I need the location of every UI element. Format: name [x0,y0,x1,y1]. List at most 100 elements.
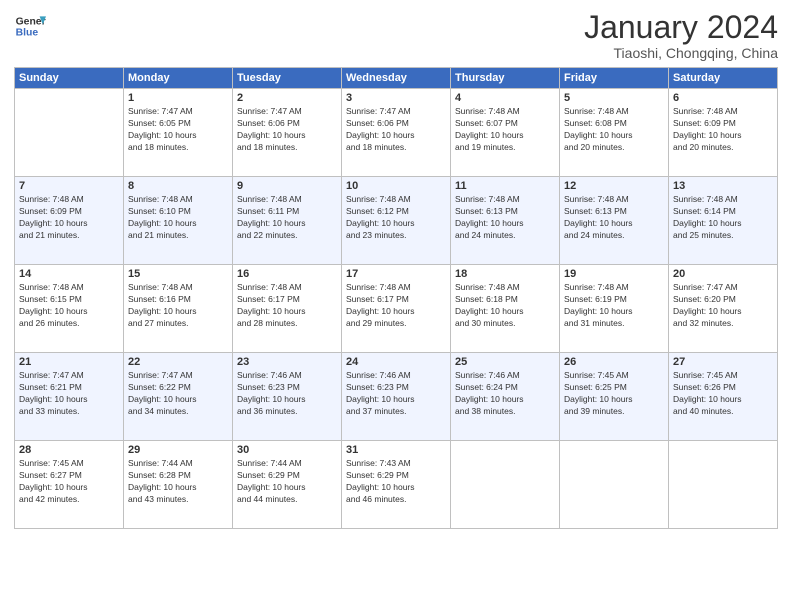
day-number: 6 [673,92,773,104]
calendar-cell [15,89,124,177]
calendar-cell [560,441,669,529]
col-header-sunday: Sunday [15,68,124,89]
day-number: 10 [346,180,446,192]
col-header-monday: Monday [124,68,233,89]
day-info: Sunrise: 7:47 AM Sunset: 6:20 PM Dayligh… [673,282,773,330]
calendar-cell: 10 Sunrise: 7:48 AM Sunset: 6:12 PM Dayli… [342,177,451,265]
calendar-cell: 15 Sunrise: 7:48 AM Sunset: 6:16 PM Dayli… [124,265,233,353]
calendar-cell: 27 Sunrise: 7:45 AM Sunset: 6:26 PM Dayli… [669,353,778,441]
logo: General Blue [14,10,46,42]
calendar-container: General Blue January 2024 Tiaoshi, Chong… [0,0,792,612]
day-info: Sunrise: 7:44 AM Sunset: 6:29 PM Dayligh… [237,458,337,506]
day-number: 19 [564,268,664,280]
calendar-week-1: 1Sunrise: 7:47 AM Sunset: 6:05 PM Daylig… [15,89,778,177]
calendar-cell: 30 Sunrise: 7:44 AM Sunset: 6:29 PM Dayli… [233,441,342,529]
calendar-cell: 29 Sunrise: 7:44 AM Sunset: 6:28 PM Dayli… [124,441,233,529]
day-number: 4 [455,92,555,104]
calendar-cell [669,441,778,529]
calendar-cell: 28 Sunrise: 7:45 AM Sunset: 6:27 PM Dayli… [15,441,124,529]
day-number: 15 [128,268,228,280]
calendar-cell: 19 Sunrise: 7:48 AM Sunset: 6:19 PM Dayli… [560,265,669,353]
location-subtitle: Tiaoshi, Chongqing, China [584,45,778,61]
col-header-thursday: Thursday [451,68,560,89]
day-number: 8 [128,180,228,192]
day-number: 28 [19,444,119,456]
day-number: 22 [128,356,228,368]
calendar-week-2: 7Sunrise: 7:48 AM Sunset: 6:09 PM Daylig… [15,177,778,265]
calendar-week-5: 28 Sunrise: 7:45 AM Sunset: 6:27 PM Dayli… [15,441,778,529]
header-row: SundayMondayTuesdayWednesdayThursdayFrid… [15,68,778,89]
day-info: Sunrise: 7:48 AM Sunset: 6:11 PM Dayligh… [237,194,337,242]
logo-icon: General Blue [14,10,46,42]
day-info: Sunrise: 7:48 AM Sunset: 6:09 PM Dayligh… [673,106,773,154]
day-number: 18 [455,268,555,280]
calendar-cell: 7Sunrise: 7:48 AM Sunset: 6:09 PM Daylig… [15,177,124,265]
day-info: Sunrise: 7:48 AM Sunset: 6:12 PM Dayligh… [346,194,446,242]
calendar-cell: 6 Sunrise: 7:48 AM Sunset: 6:09 PM Daylig… [669,89,778,177]
day-number: 1 [128,92,228,104]
day-number: 31 [346,444,446,456]
day-info: Sunrise: 7:48 AM Sunset: 6:13 PM Dayligh… [455,194,555,242]
calendar-cell: 12 Sunrise: 7:48 AM Sunset: 6:13 PM Dayli… [560,177,669,265]
day-info: Sunrise: 7:47 AM Sunset: 6:22 PM Dayligh… [128,370,228,418]
day-number: 29 [128,444,228,456]
day-info: Sunrise: 7:47 AM Sunset: 6:21 PM Dayligh… [19,370,119,418]
day-info: Sunrise: 7:44 AM Sunset: 6:28 PM Dayligh… [128,458,228,506]
day-info: Sunrise: 7:45 AM Sunset: 6:27 PM Dayligh… [19,458,119,506]
calendar-cell: 5 Sunrise: 7:48 AM Sunset: 6:08 PM Daylig… [560,89,669,177]
col-header-saturday: Saturday [669,68,778,89]
calendar-cell: 16Sunrise: 7:48 AM Sunset: 6:17 PM Dayli… [233,265,342,353]
day-number: 14 [19,268,119,280]
day-number: 5 [564,92,664,104]
day-number: 2 [237,92,337,104]
calendar-cell: 8Sunrise: 7:48 AM Sunset: 6:10 PM Daylig… [124,177,233,265]
day-info: Sunrise: 7:48 AM Sunset: 6:13 PM Dayligh… [564,194,664,242]
day-info: Sunrise: 7:46 AM Sunset: 6:23 PM Dayligh… [237,370,337,418]
svg-text:Blue: Blue [16,28,39,39]
calendar-cell: 4 Sunrise: 7:48 AM Sunset: 6:07 PM Daylig… [451,89,560,177]
calendar-week-4: 21Sunrise: 7:47 AM Sunset: 6:21 PM Dayli… [15,353,778,441]
col-header-friday: Friday [560,68,669,89]
calendar-cell: 26Sunrise: 7:45 AM Sunset: 6:25 PM Dayli… [560,353,669,441]
calendar-cell: 20 Sunrise: 7:47 AM Sunset: 6:20 PM Dayli… [669,265,778,353]
day-number: 26 [564,356,664,368]
day-info: Sunrise: 7:45 AM Sunset: 6:26 PM Dayligh… [673,370,773,418]
calendar-cell: 24Sunrise: 7:46 AM Sunset: 6:23 PM Dayli… [342,353,451,441]
calendar-cell: 1Sunrise: 7:47 AM Sunset: 6:05 PM Daylig… [124,89,233,177]
day-info: Sunrise: 7:47 AM Sunset: 6:06 PM Dayligh… [237,106,337,154]
calendar-cell: 17Sunrise: 7:48 AM Sunset: 6:17 PM Dayli… [342,265,451,353]
day-info: Sunrise: 7:48 AM Sunset: 6:07 PM Dayligh… [455,106,555,154]
calendar-table: SundayMondayTuesdayWednesdayThursdayFrid… [14,67,778,529]
calendar-cell: 11Sunrise: 7:48 AM Sunset: 6:13 PM Dayli… [451,177,560,265]
col-header-tuesday: Tuesday [233,68,342,89]
calendar-cell: 31 Sunrise: 7:43 AM Sunset: 6:29 PM Dayli… [342,441,451,529]
calendar-cell: 13 Sunrise: 7:48 AM Sunset: 6:14 PM Dayli… [669,177,778,265]
day-info: Sunrise: 7:46 AM Sunset: 6:24 PM Dayligh… [455,370,555,418]
day-number: 7 [19,180,119,192]
day-number: 13 [673,180,773,192]
day-info: Sunrise: 7:48 AM Sunset: 6:08 PM Dayligh… [564,106,664,154]
day-number: 20 [673,268,773,280]
day-number: 12 [564,180,664,192]
day-info: Sunrise: 7:48 AM Sunset: 6:16 PM Dayligh… [128,282,228,330]
month-title: January 2024 [584,10,778,45]
day-info: Sunrise: 7:48 AM Sunset: 6:18 PM Dayligh… [455,282,555,330]
calendar-cell: 3Sunrise: 7:47 AM Sunset: 6:06 PM Daylig… [342,89,451,177]
calendar-cell [451,441,560,529]
day-number: 24 [346,356,446,368]
day-info: Sunrise: 7:48 AM Sunset: 6:17 PM Dayligh… [237,282,337,330]
day-info: Sunrise: 7:47 AM Sunset: 6:06 PM Dayligh… [346,106,446,154]
day-info: Sunrise: 7:48 AM Sunset: 6:15 PM Dayligh… [19,282,119,330]
day-info: Sunrise: 7:48 AM Sunset: 6:19 PM Dayligh… [564,282,664,330]
calendar-cell: 22 Sunrise: 7:47 AM Sunset: 6:22 PM Dayli… [124,353,233,441]
day-number: 30 [237,444,337,456]
day-info: Sunrise: 7:43 AM Sunset: 6:29 PM Dayligh… [346,458,446,506]
day-info: Sunrise: 7:48 AM Sunset: 6:14 PM Dayligh… [673,194,773,242]
header: General Blue January 2024 Tiaoshi, Chong… [14,10,778,61]
calendar-cell: 25Sunrise: 7:46 AM Sunset: 6:24 PM Dayli… [451,353,560,441]
day-number: 17 [346,268,446,280]
calendar-cell: 23Sunrise: 7:46 AM Sunset: 6:23 PM Dayli… [233,353,342,441]
day-number: 27 [673,356,773,368]
calendar-cell: 9Sunrise: 7:48 AM Sunset: 6:11 PM Daylig… [233,177,342,265]
calendar-cell: 14 Sunrise: 7:48 AM Sunset: 6:15 PM Dayli… [15,265,124,353]
